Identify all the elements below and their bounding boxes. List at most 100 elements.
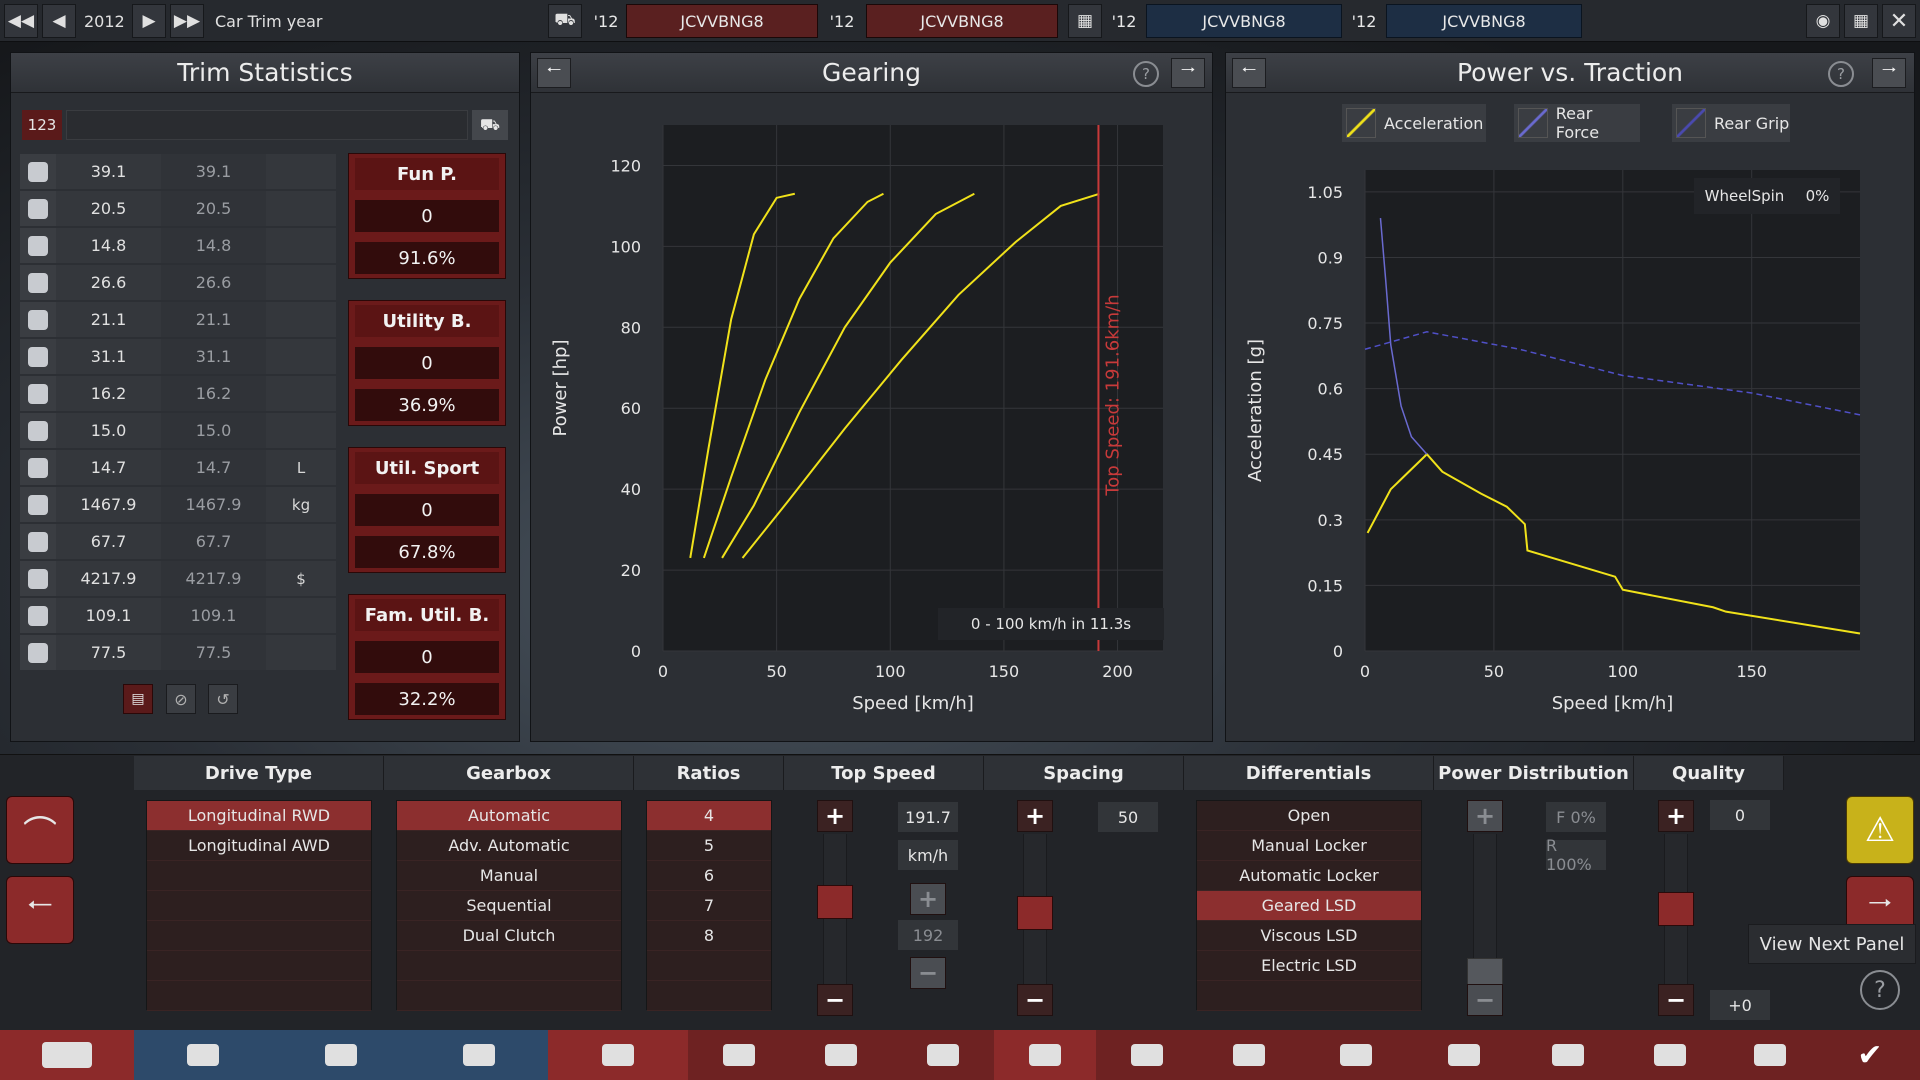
car-slot-4[interactable]: JCVVBNG8 [1386, 4, 1582, 38]
help-icon[interactable]: ? [1133, 61, 1159, 87]
list-item[interactable]: Electric LSD [1197, 951, 1421, 981]
nav-seats-icon[interactable] [688, 1030, 790, 1080]
nav-wheels-icon[interactable] [1096, 1030, 1198, 1080]
list-item[interactable]: 6 [647, 861, 771, 891]
car-slot-3[interactable]: JCVVBNG8 [1146, 4, 1342, 38]
list-item[interactable]: 4 [647, 801, 771, 831]
target-minus-button[interactable]: − [910, 957, 946, 989]
first-year-icon[interactable]: ◀◀ [4, 4, 38, 38]
stat-value: 14.7 [56, 450, 161, 485]
nav-testing-icon[interactable] [1720, 1030, 1820, 1080]
car-slot-2[interactable]: JCVVBNG8 [866, 4, 1058, 38]
legend-acceleration[interactable]: Acceleration [1342, 104, 1486, 142]
list-item[interactable]: Dual Clutch [397, 921, 621, 951]
next-panel-button[interactable]: 🠂 [1872, 58, 1906, 88]
nav-brakes-icon[interactable] [1198, 1030, 1300, 1080]
help-icon[interactable]: ? [1860, 970, 1900, 1010]
panel-title: Gearing [531, 53, 1212, 93]
nav-fixture-icon[interactable] [892, 1030, 994, 1080]
nav-interior-icon[interactable] [790, 1030, 892, 1080]
camera-icon[interactable]: ◉ [1806, 4, 1840, 38]
list-item[interactable]: 7 [647, 891, 771, 921]
spacing-minus-button[interactable]: − [1017, 984, 1053, 1016]
legend-rear-grip[interactable]: Rear Grip [1672, 104, 1790, 142]
list-item[interactable]: Automatic Locker [1197, 861, 1421, 891]
stat-value: 109.1 [56, 598, 161, 633]
prev-panel-button[interactable]: 🠀 [537, 58, 571, 88]
list-item[interactable]: Longitudinal RWD [147, 801, 371, 831]
stat-value: 16.2 [56, 376, 161, 411]
report-icon[interactable]: ▤ [123, 684, 153, 714]
stat-value-compare: 14.7 [161, 450, 266, 485]
nav-tuning-icon[interactable] [1620, 1030, 1720, 1080]
warning-icon[interactable]: ⚠ [1846, 796, 1914, 864]
nav-aero-icon[interactable] [1300, 1030, 1412, 1080]
nav-safety-icon[interactable] [1516, 1030, 1620, 1080]
top-speed-minus-button[interactable]: − [817, 984, 853, 1016]
target-plus-button[interactable]: + [910, 883, 946, 915]
list-item[interactable]: Manual Locker [1197, 831, 1421, 861]
graph-view-icon[interactable]: ⌒ [6, 796, 74, 864]
list-item[interactable]: Viscous LSD [1197, 921, 1421, 951]
list-item[interactable]: 5 [647, 831, 771, 861]
power-dist-plus-button[interactable]: + [1467, 800, 1503, 832]
swatch-icon [1518, 108, 1548, 138]
list-item-empty [397, 981, 621, 1011]
power-distribution-header: Power Distribution [1434, 756, 1634, 790]
x-tick-label: 50 [766, 662, 786, 681]
spacing-plus-button[interactable]: + [1017, 800, 1053, 832]
nav-chassis-icon[interactable] [134, 1030, 272, 1080]
list-item[interactable]: 8 [647, 921, 771, 951]
list-item[interactable]: Automatic [397, 801, 621, 831]
last-year-icon[interactable]: ▶▶ [170, 4, 204, 38]
next-panel-button[interactable]: 🠂 [1171, 58, 1205, 88]
nav-engine-icon[interactable] [410, 1030, 548, 1080]
swatch-icon [1346, 108, 1376, 138]
close-icon[interactable]: ✕ [1882, 4, 1916, 38]
y-tick-label: 0 [631, 642, 641, 661]
quality-minus-button[interactable]: − [1658, 984, 1694, 1016]
quality-plus-button[interactable]: + [1658, 800, 1694, 832]
list-item[interactable]: Adv. Automatic [397, 831, 621, 861]
rating-value: 0 [355, 494, 499, 526]
quality-delta: +0 [1710, 990, 1770, 1020]
reset-icon[interactable]: ↺ [208, 684, 238, 714]
gear-chart-icon[interactable]: ▦ [1068, 4, 1102, 38]
nav-steering-icon[interactable] [1412, 1030, 1516, 1080]
nav-finish-icon[interactable]: ✔ [1820, 1030, 1920, 1080]
list-item[interactable]: Sequential [397, 891, 621, 921]
quality-slider-handle[interactable] [1658, 892, 1694, 926]
list-item[interactable]: Longitudinal AWD [147, 831, 371, 861]
list-item[interactable]: Open [1197, 801, 1421, 831]
car-compare-icon[interactable]: ⛟ [548, 4, 582, 38]
nav-trim-icon[interactable] [548, 1030, 688, 1080]
car-slot-1[interactable]: JCVVBNG8 [626, 4, 818, 38]
help-icon[interactable]: ? [1828, 61, 1854, 87]
trim-name-field[interactable] [66, 110, 468, 140]
list-item[interactable]: Geared LSD [1197, 891, 1421, 921]
nav-suspension-icon[interactable] [272, 1030, 410, 1080]
top-speed-slider-handle[interactable] [817, 885, 853, 919]
power-dist-minus-button[interactable]: − [1467, 984, 1503, 1016]
legend-rear-force[interactable]: Rear Force [1514, 104, 1640, 142]
y-tick-label: 0.3 [1318, 511, 1343, 530]
list-item[interactable]: Manual [397, 861, 621, 891]
prev-year-icon[interactable]: ◀ [42, 4, 76, 38]
top-speed-plus-button[interactable]: + [817, 800, 853, 832]
y-tick-label: 40 [621, 480, 641, 499]
rating-percent: 67.8% [355, 536, 499, 568]
year-label: Car Trim year [215, 11, 323, 31]
stat-row: 21.1 21.1 [20, 302, 336, 337]
clear-icon[interactable]: ⊘ [166, 684, 196, 714]
nav-drivetrain-icon[interactable] [994, 1030, 1096, 1080]
next-year-icon[interactable]: ▶ [132, 4, 166, 38]
stat-value-compare: 15.0 [161, 413, 266, 448]
nav-car-body-icon[interactable] [0, 1030, 134, 1080]
calculator-icon[interactable]: ▦ [1844, 4, 1878, 38]
car-fuel-icon[interactable]: ⛟ [472, 110, 508, 140]
back-icon[interactable]: 🠀 [6, 876, 74, 944]
drive-type-header: Drive Type [134, 756, 384, 790]
gearing-chart: 0 50 100 150 200 0 20 40 60 80 100 120 Speed [km/h] P… [550, 125, 1163, 714]
prev-panel-button[interactable]: 🠀 [1232, 58, 1266, 88]
spacing-slider-handle[interactable] [1017, 896, 1053, 930]
